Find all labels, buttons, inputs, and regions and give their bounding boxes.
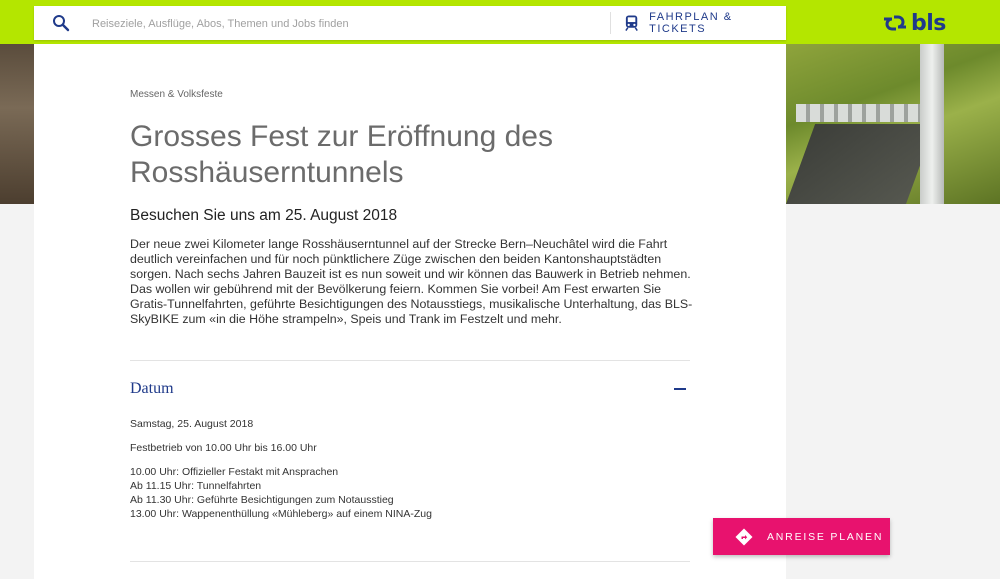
fahrplan-tickets-label: FAHRPLAN & TICKETS — [649, 11, 733, 35]
bls-logo-mark — [884, 15, 906, 31]
event-date: Samstag, 25. August 2018 — [130, 418, 254, 430]
search-divider — [610, 12, 611, 34]
anreise-planen-label: ANREISE PLANEN — [767, 530, 884, 543]
search-icon[interactable] — [52, 14, 70, 32]
schedule-item: Ab 11.30 Uhr: Geführte Besichtigungen zu… — [130, 494, 394, 506]
page-title: Grosses Fest zur Eröffnung des Rosshäuse… — [130, 120, 553, 189]
search-bar: FAHRPLAN & TICKETS — [34, 6, 786, 42]
schedule-item: 13.00 Uhr: Wappenenthüllung «Mühleberg» … — [130, 508, 432, 520]
page-subtitle: Besuchen Sie uns am 25. August 2018 — [130, 207, 398, 224]
train-icon — [625, 15, 638, 31]
search-input[interactable] — [90, 6, 614, 42]
breadcrumb[interactable]: Messen & Volksfeste — [130, 89, 223, 100]
article-card: Messen & Volksfeste Grosses Fest zur Erö… — [34, 44, 786, 579]
hero-pole — [920, 44, 944, 204]
bls-logo[interactable]: bls — [882, 10, 946, 36]
schedule-item: 10.00 Uhr: Offizieller Festakt mit Anspr… — [130, 466, 339, 478]
directions-icon — [735, 528, 753, 545]
event-schedule: 10.00 Uhr: Offizieller Festakt mit Anspr… — [130, 465, 432, 521]
event-hours: Festbetrieb von 10.00 Uhr bis 16.00 Uhr — [130, 442, 317, 454]
divider — [130, 360, 690, 361]
hero-overhead-beam — [796, 104, 936, 122]
minus-icon[interactable] — [674, 388, 686, 390]
anreise-planen-button[interactable]: ANREISE PLANEN — [713, 518, 890, 555]
accordion-datum-title[interactable]: Datum — [130, 380, 174, 398]
bls-logo-text: bls — [911, 10, 946, 36]
fahrplan-tickets-button[interactable]: FAHRPLAN & TICKETS — [624, 6, 786, 40]
intro-text: Der neue zwei Kilometer lange Rosshäuser… — [130, 237, 693, 326]
schedule-item: Ab 11.15 Uhr: Tunnelfahrten — [130, 480, 262, 492]
divider — [130, 561, 690, 562]
hero-image-left — [0, 44, 34, 204]
